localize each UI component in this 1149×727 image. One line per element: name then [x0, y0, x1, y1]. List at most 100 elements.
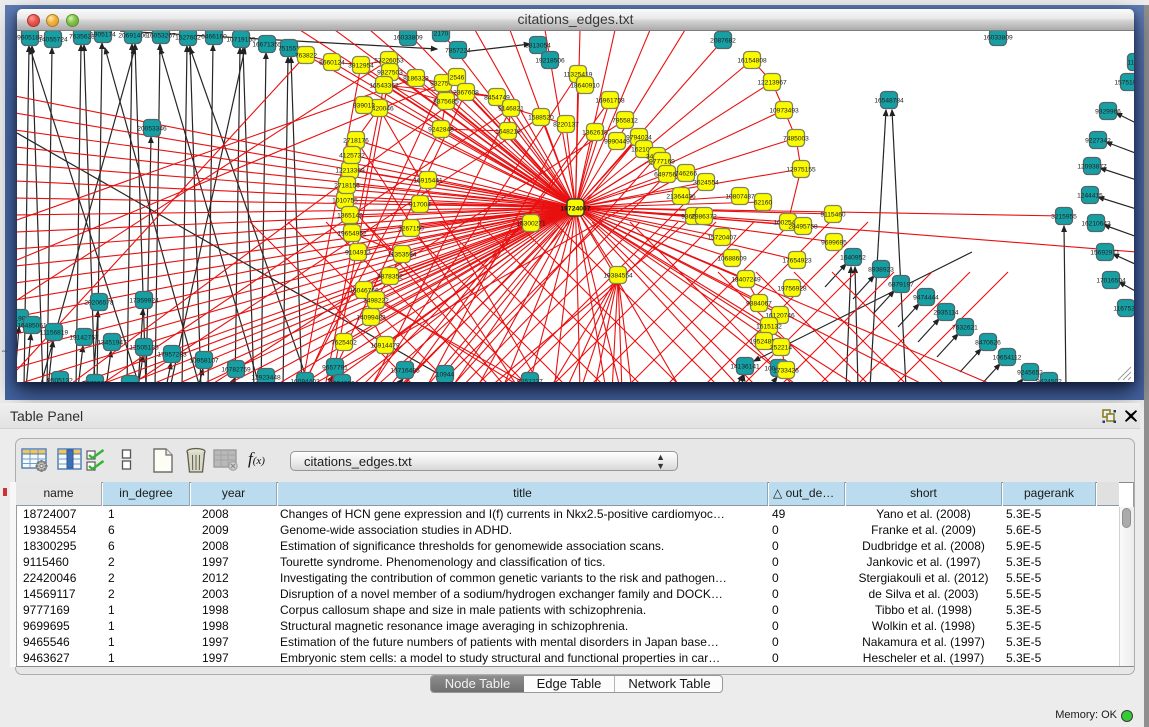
- svg-text:15300271: 15300271: [516, 221, 546, 228]
- svg-text:16915441: 16915441: [413, 178, 443, 185]
- svg-text:20206578: 20206578: [84, 300, 114, 307]
- svg-text:19142757: 19142757: [69, 335, 99, 342]
- svg-text:1648218: 1648218: [495, 129, 521, 136]
- svg-text:9657791: 9657791: [322, 365, 348, 372]
- svg-text:17016504: 17016504: [1096, 278, 1126, 285]
- svg-text:2087682: 2087682: [710, 38, 736, 45]
- svg-text:9227342: 9227342: [1085, 138, 1111, 145]
- svg-text:9146821: 9146821: [498, 106, 524, 113]
- svg-text:1905174: 1905174: [90, 32, 116, 39]
- svg-text:9424502: 9424502: [1036, 379, 1062, 383]
- svg-text:10973493: 10973493: [769, 108, 799, 115]
- svg-text:2986372: 2986372: [691, 214, 717, 221]
- svg-text:9104913: 9104913: [345, 250, 371, 257]
- svg-text:3624554: 3624554: [693, 180, 719, 187]
- svg-text:7632621: 7632621: [952, 325, 978, 332]
- svg-text:14099483: 14099483: [356, 315, 386, 322]
- svg-text:10654112: 10654112: [993, 355, 1022, 362]
- svg-text:19756928: 19756928: [777, 286, 807, 293]
- svg-text:16094402: 16094402: [290, 379, 320, 383]
- svg-text:19654952: 19654952: [337, 231, 367, 238]
- svg-text:12213369: 12213369: [335, 168, 365, 175]
- svg-text:1167533: 1167533: [1113, 306, 1134, 313]
- svg-text:9384067: 9384067: [746, 301, 772, 308]
- svg-text:12923448: 12923448: [251, 375, 281, 382]
- svg-text:12213967: 12213967: [757, 80, 787, 87]
- svg-text:10807487: 10807487: [725, 194, 755, 201]
- svg-text:20053346: 20053346: [137, 126, 167, 133]
- svg-text:13451947: 13451947: [97, 340, 127, 347]
- svg-text:12975155: 12975155: [786, 167, 816, 174]
- svg-text:11124: 11124: [1127, 60, 1134, 67]
- svg-text:7625402: 7625402: [331, 340, 357, 347]
- svg-text:10688609: 10688609: [717, 256, 747, 263]
- svg-text:1244415: 1244415: [1077, 193, 1103, 200]
- svg-text:11156819: 11156819: [40, 330, 69, 337]
- svg-text:3215955: 3215955: [1051, 214, 1077, 221]
- svg-text:9327503: 9327503: [377, 70, 403, 77]
- svg-text:11353594: 11353594: [388, 252, 417, 259]
- svg-text:16033809: 16033809: [983, 35, 1013, 42]
- svg-text:9115460: 9115460: [820, 212, 846, 219]
- svg-text:6466160: 6466160: [201, 34, 227, 41]
- svg-text:8813054: 8813054: [525, 43, 551, 50]
- svg-text:16210643: 16210643: [1081, 221, 1111, 228]
- svg-text:1362615: 1362615: [582, 130, 608, 137]
- svg-text:2170: 2170: [434, 31, 449, 38]
- svg-text:16961758: 16961758: [595, 98, 625, 105]
- svg-text:17957283: 17957283: [157, 352, 187, 359]
- svg-text:17359924: 17359924: [129, 298, 159, 305]
- svg-text:28495758: 28495758: [788, 224, 818, 231]
- svg-text:9505132: 9505132: [47, 378, 73, 383]
- svg-text:16914479: 16914479: [370, 343, 400, 350]
- svg-text:1527602: 1527602: [175, 35, 201, 42]
- svg-text:1640952: 1640952: [840, 255, 866, 262]
- svg-text:1365149: 1365149: [337, 213, 363, 220]
- svg-text:8660124: 8660124: [319, 60, 345, 67]
- svg-text:2546: 2546: [450, 75, 465, 82]
- svg-text:18724007: 18724007: [560, 206, 590, 213]
- svg-text:12093877: 12093877: [1077, 164, 1107, 171]
- svg-text:13716485: 13716485: [390, 368, 420, 375]
- svg-text:8220137: 8220137: [553, 122, 579, 129]
- svg-text:9329966: 9329966: [1095, 109, 1121, 116]
- svg-text:1010755: 1010755: [332, 198, 358, 205]
- svg-text:252214: 252214: [770, 345, 792, 352]
- svg-text:19384554: 19384554: [603, 273, 633, 280]
- svg-text:18640910: 18640910: [570, 83, 600, 90]
- svg-text:9777169: 9777169: [649, 159, 675, 166]
- svg-text:9699695: 9699695: [821, 240, 847, 247]
- svg-text:8938923: 8938923: [868, 267, 894, 274]
- svg-text:7694350: 7694350: [329, 381, 355, 383]
- svg-text:8676309: 8676309: [82, 381, 108, 383]
- svg-text:2367608: 2367608: [453, 90, 479, 97]
- svg-text:12505135: 12505135: [129, 345, 159, 352]
- svg-text:9242848: 9242848: [428, 127, 454, 134]
- svg-text:2718176: 2718176: [343, 138, 369, 145]
- svg-text:746266: 746266: [675, 171, 697, 178]
- svg-text:16053267: 16053267: [146, 33, 176, 40]
- svg-text:16033809: 16033809: [393, 35, 423, 42]
- svg-text:16485061: 16485061: [17, 323, 47, 330]
- svg-text:763822: 763822: [295, 53, 317, 60]
- svg-text:19218506: 19218506: [535, 58, 565, 65]
- svg-text:9252237: 9252237: [517, 379, 543, 383]
- svg-text:17654923: 17654923: [782, 258, 812, 265]
- svg-text:9245652: 9245652: [1017, 370, 1043, 377]
- svg-text:16154808: 16154808: [737, 58, 767, 65]
- svg-text:8186323: 8186323: [403, 76, 429, 83]
- svg-text:4125732: 4125732: [339, 153, 365, 160]
- svg-text:7857224: 7857224: [445, 48, 471, 55]
- svg-text:1733426: 1733426: [773, 368, 799, 375]
- svg-text:14136141: 14136141: [730, 364, 760, 371]
- svg-text:16543362: 16543362: [369, 83, 399, 90]
- svg-text:15751074: 15751074: [1114, 80, 1134, 87]
- svg-text:7485003: 7485003: [783, 136, 809, 143]
- svg-text:939013: 939013: [353, 103, 375, 110]
- svg-text:15692971: 15692971: [1090, 250, 1120, 257]
- svg-text:2935114: 2935114: [933, 310, 959, 317]
- svg-text:1498222: 1498222: [363, 298, 389, 305]
- svg-text:3267150: 3267150: [398, 226, 424, 233]
- svg-text:1615132: 1615132: [756, 324, 782, 331]
- svg-text:917004: 917004: [409, 202, 431, 209]
